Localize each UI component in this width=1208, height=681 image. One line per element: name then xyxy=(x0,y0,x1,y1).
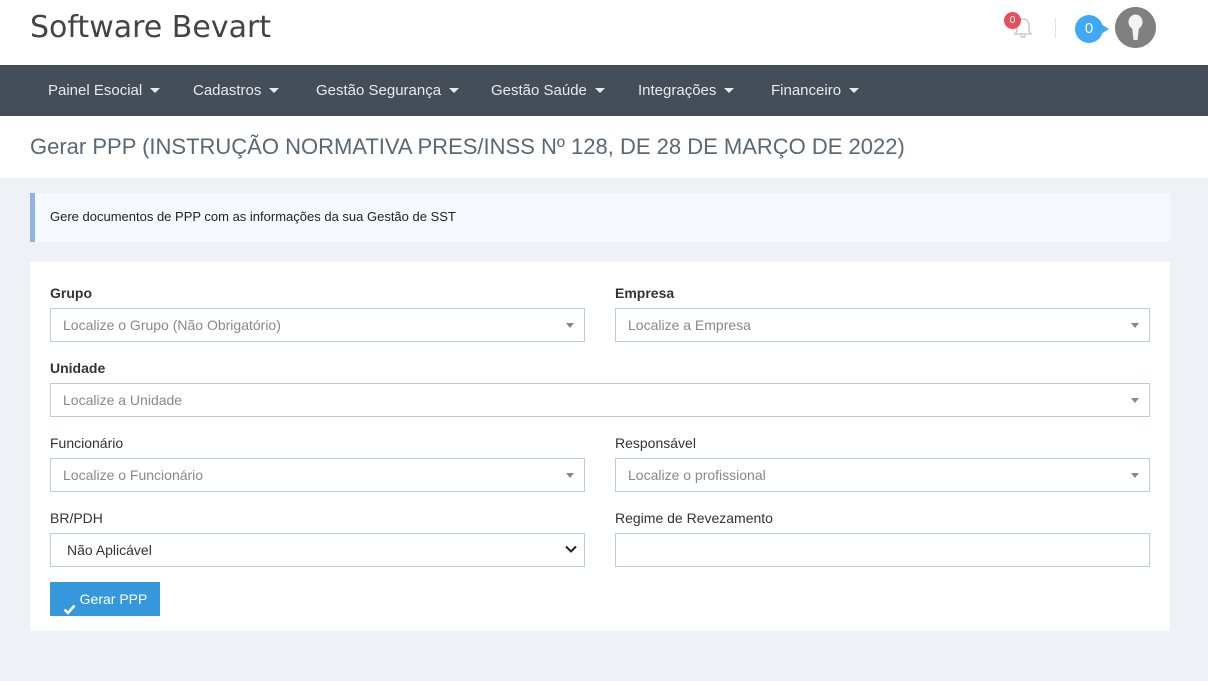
funcionario-select[interactable]: Localize o Funcionário xyxy=(50,458,585,492)
nav-painel-esocial[interactable]: Painel Esocial xyxy=(48,65,161,116)
header-divider xyxy=(1055,18,1056,38)
empresa-select[interactable]: Localize a Empresa xyxy=(615,308,1150,342)
responsavel-select[interactable]: Localize o profissional xyxy=(615,458,1150,492)
unidade-label: Unidade xyxy=(50,360,106,376)
nav-financeiro[interactable]: Financeiro xyxy=(771,65,860,116)
caret-down-icon xyxy=(849,87,860,93)
nav-cadastros[interactable]: Cadastros xyxy=(193,65,280,116)
brand-logo-text[interactable]: Software Bevart xyxy=(30,10,271,45)
grupo-placeholder: Localize o Grupo (Não Obrigatório) xyxy=(63,317,281,333)
responsavel-placeholder: Localize o profissional xyxy=(628,467,766,483)
caret-down-icon xyxy=(150,87,161,93)
nav-label: Financeiro xyxy=(771,82,842,99)
info-note-text: Gere documentos de PPP com as informaçõe… xyxy=(50,209,456,224)
br-pdh-select[interactable]: Não Aplicável xyxy=(50,533,585,567)
nav-gestao-saude[interactable]: Gestão Saúde xyxy=(491,65,605,116)
messages-badge[interactable]: 0 xyxy=(1075,15,1109,43)
grupo-select[interactable]: Localize o Grupo (Não Obrigatório) xyxy=(50,308,585,342)
unidade-select[interactable]: Localize a Unidade xyxy=(50,383,1150,417)
gerar-ppp-label: Gerar PPP xyxy=(79,591,148,607)
gerar-ppp-button[interactable]: Gerar PPP xyxy=(50,582,160,616)
top-header: Software Bevart 0 0 xyxy=(0,0,1208,65)
nav-integracoes[interactable]: Integrações xyxy=(638,65,735,116)
user-avatar-icon[interactable] xyxy=(1115,7,1156,48)
nav-gestao-seguranca[interactable]: Gestão Segurança xyxy=(316,65,460,116)
caret-down-icon xyxy=(566,473,574,478)
funcionario-label: Funcionário xyxy=(50,435,124,451)
nav-label: Gestão Segurança xyxy=(316,82,442,99)
empresa-placeholder: Localize a Empresa xyxy=(628,317,751,333)
ppp-form-card: Grupo Localize o Grupo (Não Obrigatório)… xyxy=(30,262,1170,631)
caret-down-icon xyxy=(449,87,460,93)
notifications-badge[interactable]: 0 xyxy=(1004,12,1021,29)
unidade-placeholder: Localize a Unidade xyxy=(63,392,183,408)
chevron-down-icon xyxy=(564,542,578,556)
nav-label: Integrações xyxy=(638,82,717,99)
caret-down-icon xyxy=(1131,473,1139,478)
regime-input[interactable] xyxy=(615,533,1150,567)
br-pdh-value: Não Aplicável xyxy=(67,542,152,558)
caret-down-icon xyxy=(1131,323,1139,328)
regime-label: Regime de Revezamento xyxy=(615,510,773,526)
info-note: Gere documentos de PPP com as informaçõe… xyxy=(30,193,1170,242)
page-header: Gerar PPP (INSTRUÇÃO NORMATIVA PRES/INSS… xyxy=(0,116,1208,178)
caret-down-icon xyxy=(566,323,574,328)
caret-down-icon xyxy=(724,87,735,93)
funcionario-placeholder: Localize o Funcionário xyxy=(63,467,204,483)
nav-label: Gestão Saúde xyxy=(491,82,587,99)
caret-down-icon xyxy=(1131,398,1139,403)
br-pdh-label: BR/PDH xyxy=(50,510,103,526)
page-title: Gerar PPP (INSTRUÇÃO NORMATIVA PRES/INSS… xyxy=(30,134,905,159)
grupo-label: Grupo xyxy=(50,285,92,301)
check-icon xyxy=(63,593,76,616)
caret-down-icon xyxy=(594,87,605,93)
empresa-label: Empresa xyxy=(615,285,675,301)
caret-down-icon xyxy=(269,87,280,93)
responsavel-label: Responsável xyxy=(615,435,696,451)
nav-label: Painel Esocial xyxy=(48,82,143,99)
nav-label: Cadastros xyxy=(193,82,262,99)
main-navbar: Painel Esocial Cadastros Gestão Seguranç… xyxy=(0,65,1208,116)
